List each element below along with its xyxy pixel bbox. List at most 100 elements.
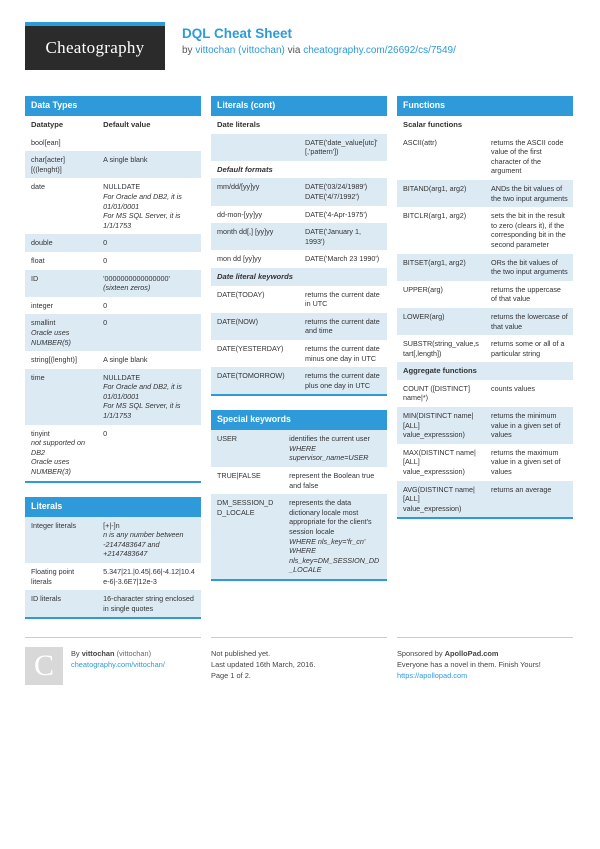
table-row: ID literals 16-character string enclosed … xyxy=(25,590,201,618)
cell-line: [+|-]n xyxy=(103,520,120,530)
cell-line: BITSET(arg1, arg2) xyxy=(403,257,466,267)
cell-line: '0000000000000000' xyxy=(103,273,170,283)
cell-line: ASCII(attr) xyxy=(403,137,437,147)
cell-line: returns the lowercase of that value xyxy=(491,311,568,331)
table-cell-term: date xyxy=(25,178,98,235)
source-url-link[interactable]: cheatography.com/26692/cs/7549/ xyxy=(303,45,456,56)
table-cell-description: DATE('03/24/1989') DATE('4/7/1992') xyxy=(299,178,387,206)
cell-line: AVG(DISTINCT name|[ALL] value_expression… xyxy=(403,484,475,513)
cell-line: For Oracle and DB2, it is 01/01/0001 xyxy=(103,382,182,401)
cell-line: DATE('date_value[utc]' xyxy=(305,137,378,147)
page-header: Cheatography DQL Cheat Sheet by vittocha… xyxy=(25,22,575,84)
table-cell-term: Floating point literals xyxy=(25,563,98,591)
table-cell-term: mm/dd/[yy]yy xyxy=(211,178,299,206)
cell-line: time xyxy=(31,372,45,382)
cell-line: WHERE xyxy=(289,443,316,453)
cell-line: USER xyxy=(217,434,237,444)
table-row: DATE(TOMORROW) returns the current date p… xyxy=(211,367,387,395)
table-cell-term: double xyxy=(25,234,98,252)
sponsor-name: ApolloPad.com xyxy=(444,649,499,659)
table-cell-description: Default value xyxy=(97,116,201,134)
cell-line: ID xyxy=(31,273,39,283)
cell-line: DATE(NOW) xyxy=(217,316,258,326)
cell-line: DATE('January 1, 1993') xyxy=(305,227,361,246)
cell-line: MAX(DISTINCT name|[ALL] value_expresssio… xyxy=(403,447,476,477)
cell-line: DATE('4/7/1992') xyxy=(305,191,360,201)
byline-via: via xyxy=(284,45,304,56)
table-cell-term: MAX(DISTINCT name|[ALL] value_expresssio… xyxy=(397,443,485,481)
table-cell-term: tinyint not supported on DB2 Oracle uses N… xyxy=(25,424,98,481)
cell-line: BITCLR(arg1, arg2) xyxy=(403,211,467,221)
table-cell-term: DATE(TOMORROW) xyxy=(211,367,299,395)
table-row: BITAND(arg1, arg2) ANDs the bit values of… xyxy=(397,179,573,208)
table-row: MAX(DISTINCT name|[ALL] value_expresssio… xyxy=(397,443,573,481)
block-functions: Functions Scalar functions ASCII(attr) ret… xyxy=(397,96,573,520)
table-cell-description: returns the maximum value in a given set… xyxy=(485,443,573,481)
table-row: mon dd [yy]yy DATE('March 23 1990') xyxy=(211,250,387,268)
table-row: BITCLR(arg1, arg2) sets the bit in the re… xyxy=(397,207,573,254)
table-cell-description: returns the ASCII code value of the firs… xyxy=(485,133,573,180)
cell-line: float xyxy=(31,255,45,265)
table-row: DATE(YESTERDAY) returns the current date … xyxy=(211,339,387,368)
avatar: C xyxy=(25,647,63,686)
cell-line: represent the Boolean true and false xyxy=(289,471,375,490)
table-cell-description: A single blank xyxy=(97,151,201,179)
footer-sponsor-block: Sponsored by ApolloPad.com Everyone has … xyxy=(397,637,573,685)
cell-line: Scalar functions xyxy=(403,120,463,129)
footer-author-text: By vittochan (vittochan) cheatography.co… xyxy=(71,647,165,685)
cell-line: UPPER(arg) xyxy=(403,284,443,294)
table-row: Date literals xyxy=(211,116,387,134)
table-cell-term: MIN(DISTINCT name|[ALL] value_expresssio… xyxy=(397,407,485,444)
table-row: bool[ean] xyxy=(25,133,201,152)
table-cell-term: BITCLR(arg1, arg2) xyxy=(397,207,485,254)
cell-line: DATE('March 23 1990') xyxy=(305,254,380,264)
table-row: DATE('date_value[utc]' [,'pattern']) xyxy=(211,133,387,161)
cell-line: TRUE|FALSE xyxy=(217,471,261,481)
section-subheading: Scalar functions xyxy=(397,116,573,134)
table-cell-term: string[(lenght)] xyxy=(25,351,98,369)
page-title: DQL Cheat Sheet xyxy=(182,26,293,41)
cell-line: identifies the current user xyxy=(289,434,370,444)
table-literals: Integer literals [+|-]n n is any number be… xyxy=(25,516,201,618)
cell-line: returns the current date plus one day in… xyxy=(305,371,380,390)
table-cell-term: BITAND(arg1, arg2) xyxy=(397,179,485,208)
cell-line: returns the maximum value in a given set… xyxy=(491,447,561,477)
table-row: month dd[,] [yy]yy DATE('January 1, 1993'… xyxy=(211,223,387,251)
table-cell-description: represent the Boolean true and false xyxy=(283,467,387,495)
publish-status: Not published yet. xyxy=(211,649,271,659)
footer-by-prefix: By xyxy=(71,649,82,659)
table-cell-description: returns the current date minus one day i… xyxy=(299,339,387,368)
table-cell-term: SUBSTR(string_value,start[,length]) xyxy=(397,335,485,363)
cell-line: returns an average xyxy=(491,484,552,494)
table-cell-term: LOWER(arg) xyxy=(397,307,485,336)
cell-line: double xyxy=(31,238,53,248)
table-row: dd-mon-[yy]yy DATE('4-Apr-1975') xyxy=(211,205,387,224)
table-row: Aggregate functions xyxy=(397,362,573,380)
cheatography-logo[interactable]: Cheatography xyxy=(25,22,165,70)
cell-line: A single blank xyxy=(103,155,148,165)
table-cell-description: DATE('4-Apr-1975') xyxy=(299,205,387,224)
table-data-types: Datatype Default value bool[ean] char[acter… xyxy=(25,116,201,481)
footer-profile-link[interactable]: cheatography.com/vittochan/ xyxy=(71,660,165,669)
cell-line: [((lenght)] xyxy=(31,164,62,174)
table-cell-term: time xyxy=(25,368,98,425)
table-cell-description: identifies the current user WHERE supervis… xyxy=(283,430,387,468)
table-cell-description: DATE('March 23 1990') xyxy=(299,250,387,268)
table-row: smallint Oracle uses NUMBER(5) 0 xyxy=(25,314,201,352)
cell-line: string[(lenght)] xyxy=(31,355,77,365)
footer-author-name: vittochan xyxy=(81,649,115,659)
table-cell-term: char[acter] [((lenght)] xyxy=(25,151,98,179)
cheatography-logo-text: Cheatography xyxy=(45,38,145,57)
cell-line: counts values xyxy=(491,383,535,393)
table-cell-description: returns the minimum value in a given set… xyxy=(485,407,573,444)
cell-line: represents the data dictionary locale mo… xyxy=(289,498,372,537)
table-row: time NULLDATE For Oracle and DB2, it is 01… xyxy=(25,368,201,425)
table-cell-description: ANDs the bit values of the two input arg… xyxy=(485,179,573,208)
cell-line: BITAND(arg1, arg2) xyxy=(403,183,467,193)
table-row: mm/dd/[yy]yy DATE('03/24/1989') DATE('4/7/… xyxy=(211,178,387,206)
sponsor-link[interactable]: https://apollopad.com xyxy=(397,671,467,680)
cell-line: nls_key=DM_SESSION_DD_LOCALE xyxy=(289,555,380,575)
cell-line: DATE(YESTERDAY) xyxy=(217,343,284,353)
author-link[interactable]: vittochan (vittochan) xyxy=(195,45,285,56)
last-updated: Last updated 16th March, 2016. xyxy=(211,660,316,670)
